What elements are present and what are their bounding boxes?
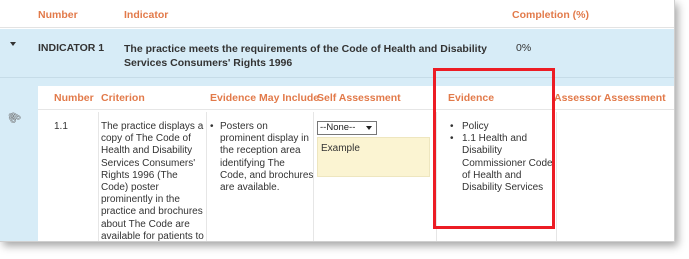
indicator-number: INDICATOR 1 — [38, 42, 105, 54]
list-item: • Posters on prominent display in the re… — [210, 121, 314, 194]
criteria-section: Number Criterion Evidence May Include Se… — [0, 78, 674, 242]
indicator-description: The practice meets the requirements of t… — [124, 43, 487, 69]
column-header-completion: Completion (%) — [512, 9, 589, 21]
column-header-evidence-may-include: Evidence May Include — [210, 92, 320, 104]
table-row: 1.1 The practice displays a copy of The … — [38, 112, 674, 242]
column-header-self-assessment: Self Assessment — [317, 92, 401, 104]
column-header-number: Number — [38, 9, 78, 21]
chevron-down-icon[interactable] — [10, 42, 16, 46]
assessment-panel: Number Indicator Completion (%) INDICATO… — [0, 0, 675, 242]
column-header-indicator: Indicator — [124, 9, 169, 21]
self-assessment-textbox[interactable]: Example — [317, 137, 430, 177]
evidence-may-include: • Posters on prominent display in the re… — [210, 121, 314, 194]
criteria-table: Number Criterion Evidence May Include Se… — [38, 86, 674, 242]
highlight-box — [433, 68, 555, 229]
criteria-table-header: Number Criterion Evidence May Include Se… — [38, 86, 674, 110]
indicator-table-header: Number Indicator Completion (%) — [0, 0, 674, 28]
criterion-number: 1.1 — [54, 121, 68, 132]
criterion-text: The practice displays a copy of The Code… — [101, 121, 204, 242]
column-divider — [98, 112, 99, 241]
self-assessment-select[interactable]: --None-- — [317, 121, 377, 135]
column-header-criterion: Criterion — [101, 92, 145, 104]
indicator-completion: 0% — [516, 42, 532, 54]
bullet-icon: • — [210, 121, 214, 132]
column-header-number: Number — [54, 92, 94, 104]
dropdown-arrow-icon — [366, 126, 372, 130]
indicator-row[interactable]: INDICATOR 1 The practice meets the requi… — [0, 29, 674, 78]
column-header-assessor-assessment: Assessor Assessment — [554, 92, 666, 104]
